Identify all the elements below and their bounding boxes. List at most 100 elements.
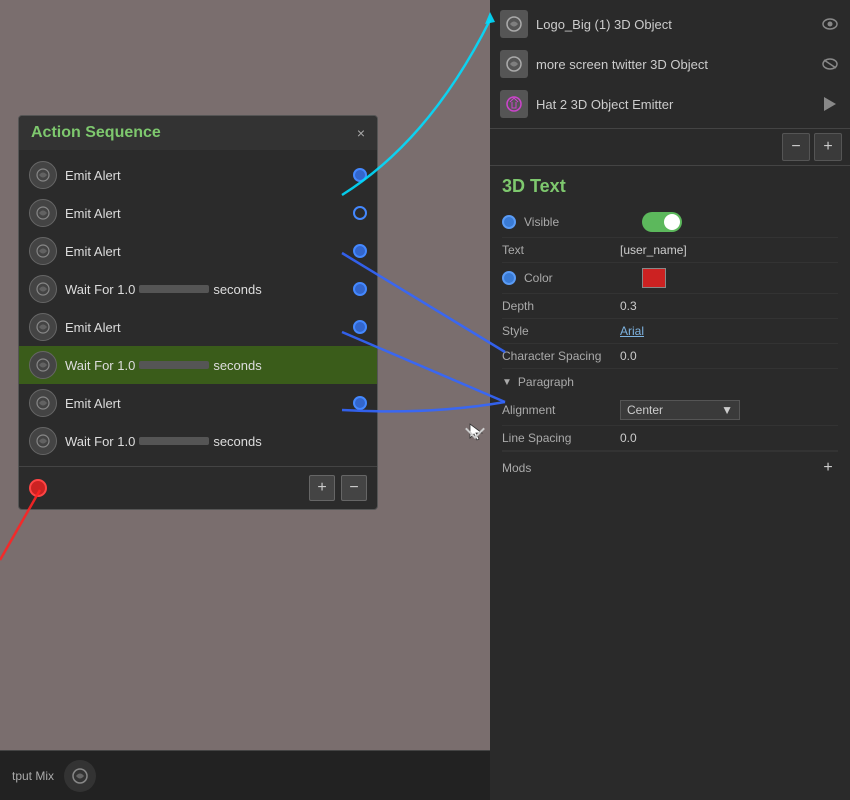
- connector-1[interactable]: [353, 168, 367, 182]
- mods-row: Mods +: [502, 451, 838, 484]
- action-sequence-title: Action Sequence: [31, 124, 161, 142]
- wait-slider-6: Wait For 1.0 seconds: [65, 358, 367, 373]
- obj-label-twitter: more screen twitter 3D Object: [536, 57, 812, 72]
- prop-row-color: Color: [502, 263, 838, 294]
- alignment-value: Center: [627, 403, 663, 417]
- list-item-logo[interactable]: Logo_Big (1) 3D Object: [490, 4, 850, 44]
- prop-label-alignment: Alignment: [502, 403, 612, 417]
- prop-value-text: [user_name]: [620, 243, 838, 257]
- action-sequence-body: Emit Alert Emit Alert Emit Alert Wa: [19, 150, 377, 466]
- prop-row-visible: Visible: [502, 207, 838, 238]
- wait-slider-4: Wait For 1.0 seconds: [65, 282, 345, 297]
- prop-row-text: Text [user_name]: [502, 238, 838, 263]
- action-row-6: Wait For 1.0 seconds: [19, 346, 377, 384]
- action-sequence-header: Action Sequence ×: [19, 116, 377, 150]
- alignment-dropdown[interactable]: Center ▼: [620, 400, 740, 420]
- properties-section: 3D Text Visible Text [user_name] Color D…: [490, 166, 850, 494]
- prop-label-line-spacing: Line Spacing: [502, 431, 612, 445]
- action-row-5: Emit Alert: [19, 308, 377, 346]
- wait-slider-8: Wait For 1.0 seconds: [65, 434, 367, 449]
- prop-row-char-spacing: Character Spacing 0.0: [502, 344, 838, 369]
- prop-row-line-spacing: Line Spacing 0.0: [502, 426, 838, 451]
- action-icon-8: [29, 427, 57, 455]
- connector-5[interactable]: [353, 320, 367, 334]
- prop-value-line-spacing: 0.0: [620, 431, 838, 445]
- slider-track-4[interactable]: [139, 285, 209, 293]
- action-icon-4: [29, 275, 57, 303]
- connector-2[interactable]: [353, 206, 367, 220]
- wait-label-8: Wait For 1.0: [65, 434, 135, 449]
- object-list: Logo_Big (1) 3D Object more screen twitt…: [490, 0, 850, 129]
- plus-panel-button[interactable]: +: [814, 133, 842, 161]
- right-panel: Logo_Big (1) 3D Object more screen twitt…: [490, 0, 850, 800]
- action-label-1: Emit Alert: [65, 168, 345, 183]
- prop-value-style[interactable]: Arial: [620, 324, 838, 338]
- prop-row-style: Style Arial: [502, 319, 838, 344]
- panel-divider: − +: [490, 129, 850, 166]
- connector-3[interactable]: [353, 244, 367, 258]
- wait-label-6: Wait For 1.0: [65, 358, 135, 373]
- action-sequence-footer: + −: [19, 466, 377, 509]
- action-label-3: Emit Alert: [65, 244, 345, 259]
- action-sequence-dialog: Action Sequence × Emit Alert Emit Alert …: [18, 115, 378, 510]
- play-icon-hat2[interactable]: [820, 94, 840, 114]
- action-label-2: Emit Alert: [65, 206, 345, 221]
- action-icon-7: [29, 389, 57, 417]
- paragraph-arrow-icon: ▼: [502, 377, 512, 388]
- action-row-2: Emit Alert: [19, 194, 377, 232]
- wait-unit-8: seconds: [213, 434, 261, 449]
- color-status-dot: [502, 271, 516, 285]
- slider-track-8[interactable]: [139, 437, 209, 445]
- alignment-chevron-icon: ▼: [721, 403, 733, 417]
- action-row-3: Emit Alert: [19, 232, 377, 270]
- output-mix-label: tput Mix: [12, 769, 54, 783]
- bottom-icon: [64, 760, 96, 792]
- prop-value-char-spacing: 0.0: [620, 349, 838, 363]
- action-icon-3: [29, 237, 57, 265]
- visible-toggle[interactable]: [642, 212, 682, 232]
- action-label-7: Emit Alert: [65, 396, 345, 411]
- footer-left: [29, 479, 47, 497]
- action-icon-5: [29, 313, 57, 341]
- prop-label-color: Color: [524, 271, 634, 285]
- mods-label: Mods: [502, 461, 531, 475]
- prop-label-visible: Visible: [524, 215, 634, 229]
- prop-value-depth: 0.3: [620, 299, 838, 313]
- obj-icon-logo: [500, 10, 528, 38]
- action-icon-6: [29, 351, 57, 379]
- action-sequence-close-button[interactable]: ×: [357, 125, 365, 141]
- action-row-8: Wait For 1.0 seconds: [19, 422, 377, 460]
- footer-right: + −: [309, 475, 367, 501]
- visibility-icon-logo[interactable]: [820, 14, 840, 34]
- visibility-icon-twitter[interactable]: [820, 54, 840, 74]
- obj-label-hat2: Hat 2 3D Object Emitter: [536, 97, 812, 112]
- obj-icon-hat2: [500, 90, 528, 118]
- connector-4[interactable]: [353, 282, 367, 296]
- paragraph-header[interactable]: ▼ Paragraph: [502, 369, 838, 395]
- minus-panel-button[interactable]: −: [782, 133, 810, 161]
- add-action-button[interactable]: +: [309, 475, 335, 501]
- list-item-hat2[interactable]: Hat 2 3D Object Emitter: [490, 84, 850, 124]
- prop-label-text: Text: [502, 243, 612, 257]
- slider-track-6[interactable]: [139, 361, 209, 369]
- paragraph-label: Paragraph: [518, 375, 574, 389]
- bottom-bar: tput Mix: [0, 750, 490, 800]
- prop-row-depth: Depth 0.3: [502, 294, 838, 319]
- prop-label-depth: Depth: [502, 299, 612, 313]
- action-row-1: Emit Alert: [19, 156, 377, 194]
- connector-7[interactable]: [353, 396, 367, 410]
- record-button[interactable]: [29, 479, 47, 497]
- action-row-7: Emit Alert: [19, 384, 377, 422]
- mods-add-button[interactable]: +: [818, 458, 838, 478]
- action-label-5: Emit Alert: [65, 320, 345, 335]
- color-swatch[interactable]: [642, 268, 666, 288]
- list-item-twitter[interactable]: more screen twitter 3D Object: [490, 44, 850, 84]
- action-row-4: Wait For 1.0 seconds: [19, 270, 377, 308]
- section-title-3dtext: 3D Text: [502, 176, 838, 197]
- prop-label-style: Style: [502, 324, 612, 338]
- prop-row-alignment: Alignment Center ▼: [502, 395, 838, 426]
- wait-unit-4: seconds: [213, 282, 261, 297]
- wait-unit-6: seconds: [213, 358, 261, 373]
- visible-status-dot: [502, 215, 516, 229]
- remove-action-button[interactable]: −: [341, 475, 367, 501]
